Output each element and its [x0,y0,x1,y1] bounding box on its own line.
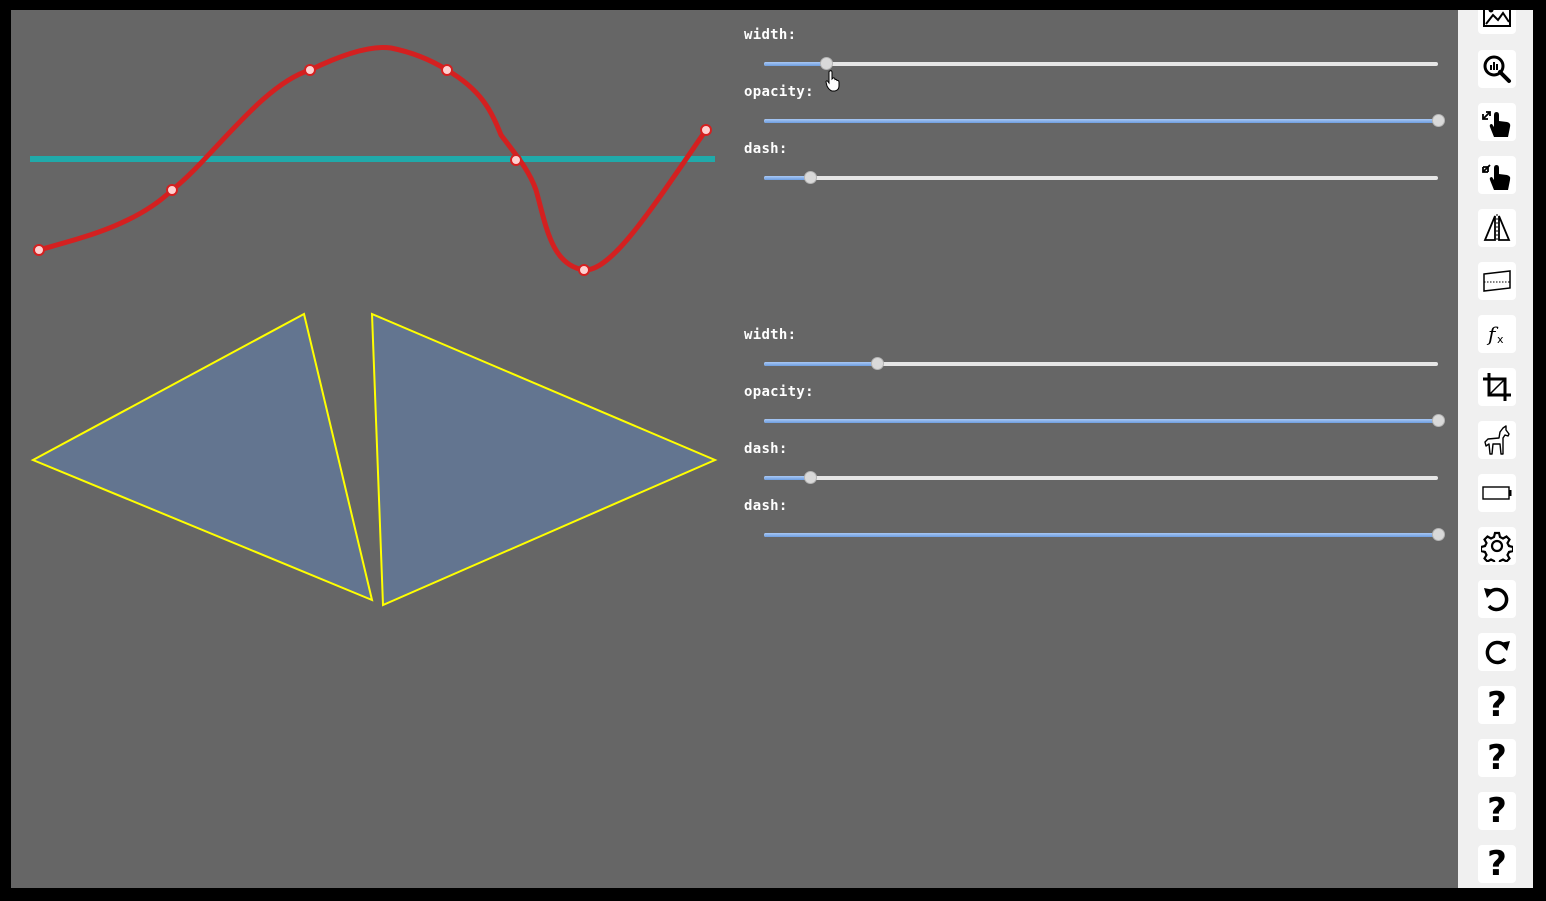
width-slider[interactable] [764,357,1438,371]
opacity-label: opacity: [744,84,814,100]
zoom-tool-button[interactable] [1478,50,1516,88]
undo-icon [1484,587,1509,612]
slider-fill [764,119,1438,123]
dash-label: dash: [744,498,788,514]
battery-tool-button[interactable] [1478,474,1516,512]
mirror-tool-button[interactable] [1478,209,1516,247]
control-point[interactable] [33,244,45,256]
image-tool-button[interactable] [1478,10,1516,34]
function-icon: f x [1486,322,1504,346]
left-triangle[interactable] [30,312,374,602]
function-tool-button[interactable]: f x [1478,315,1516,353]
slider-fill [764,533,1438,537]
svg-text:x: x [1497,333,1504,346]
crop-icon [1483,373,1511,401]
control-point[interactable] [166,184,178,196]
slider-track [764,62,1438,66]
help-button[interactable]: ? [1478,845,1516,883]
dash-slider[interactable] [764,471,1438,485]
help-icon: ? [1487,791,1507,831]
control-point[interactable] [510,154,522,166]
help-icon: ? [1487,738,1507,778]
slider-thumb[interactable] [820,57,833,70]
horse-icon [1484,425,1510,455]
undo-button[interactable] [1478,580,1516,618]
battery-icon [1482,486,1512,500]
slider-thumb[interactable] [803,171,817,184]
skew-tool-button[interactable] [1478,262,1516,300]
help-button[interactable]: ? [1478,739,1516,777]
zoom-chart-icon [1483,55,1511,83]
slider-track [764,176,1438,180]
slider-thumb[interactable] [1432,414,1445,427]
control-point[interactable] [578,264,590,276]
crop-tool-button[interactable] [1478,368,1516,406]
hand-expand-button[interactable] [1478,103,1516,141]
mirror-icon [1483,214,1511,242]
slider-thumb[interactable] [1432,528,1445,541]
tool-sidebar: f x ? ? ? ? [1458,10,1533,888]
skew-rect-icon [1483,270,1511,292]
right-triangle[interactable] [370,312,718,607]
slider-thumb[interactable] [803,471,817,484]
slider-track [764,476,1438,480]
help-icon: ? [1487,685,1507,725]
opacity-slider[interactable] [764,414,1445,428]
width-label: width: [744,27,797,43]
animal-tool-button[interactable] [1478,421,1516,459]
help-icon: ? [1487,844,1507,884]
canvas-svg[interactable] [11,10,725,888]
help-button[interactable]: ? [1478,792,1516,830]
opacity-label: opacity: [744,384,814,400]
hand-expand-icon [1482,111,1511,137]
dash-label: dash: [744,441,788,457]
width-slider[interactable] [764,57,1438,71]
image-icon [1483,10,1511,27]
settings-button[interactable] [1478,527,1516,565]
controls-panel: width: opacity: dash: width: opacity: da… [725,10,1458,888]
drawing-canvas[interactable] [11,10,725,888]
slider-thumb[interactable] [1432,114,1445,127]
slider-fill [764,176,810,180]
control-point[interactable] [441,64,453,76]
control-point[interactable] [700,124,712,136]
slider-fill [764,362,878,366]
slider-thumb[interactable] [871,357,885,370]
hand-shrink-button[interactable] [1478,156,1516,194]
slider-fill [764,419,1438,423]
control-point[interactable] [304,64,316,76]
redo-button[interactable] [1478,633,1516,671]
control-points [33,64,712,276]
help-button[interactable]: ? [1478,686,1516,724]
opacity-slider[interactable] [764,114,1445,128]
dash-slider[interactable] [764,171,1438,185]
dash-label: dash: [744,141,788,157]
redo-icon [1485,640,1510,665]
slider-fill [764,476,810,480]
dash-slider[interactable] [764,528,1445,542]
hand-shrink-icon [1482,164,1511,190]
gear-icon [1481,531,1513,562]
width-label: width: [744,327,797,343]
slider-fill [764,62,826,66]
